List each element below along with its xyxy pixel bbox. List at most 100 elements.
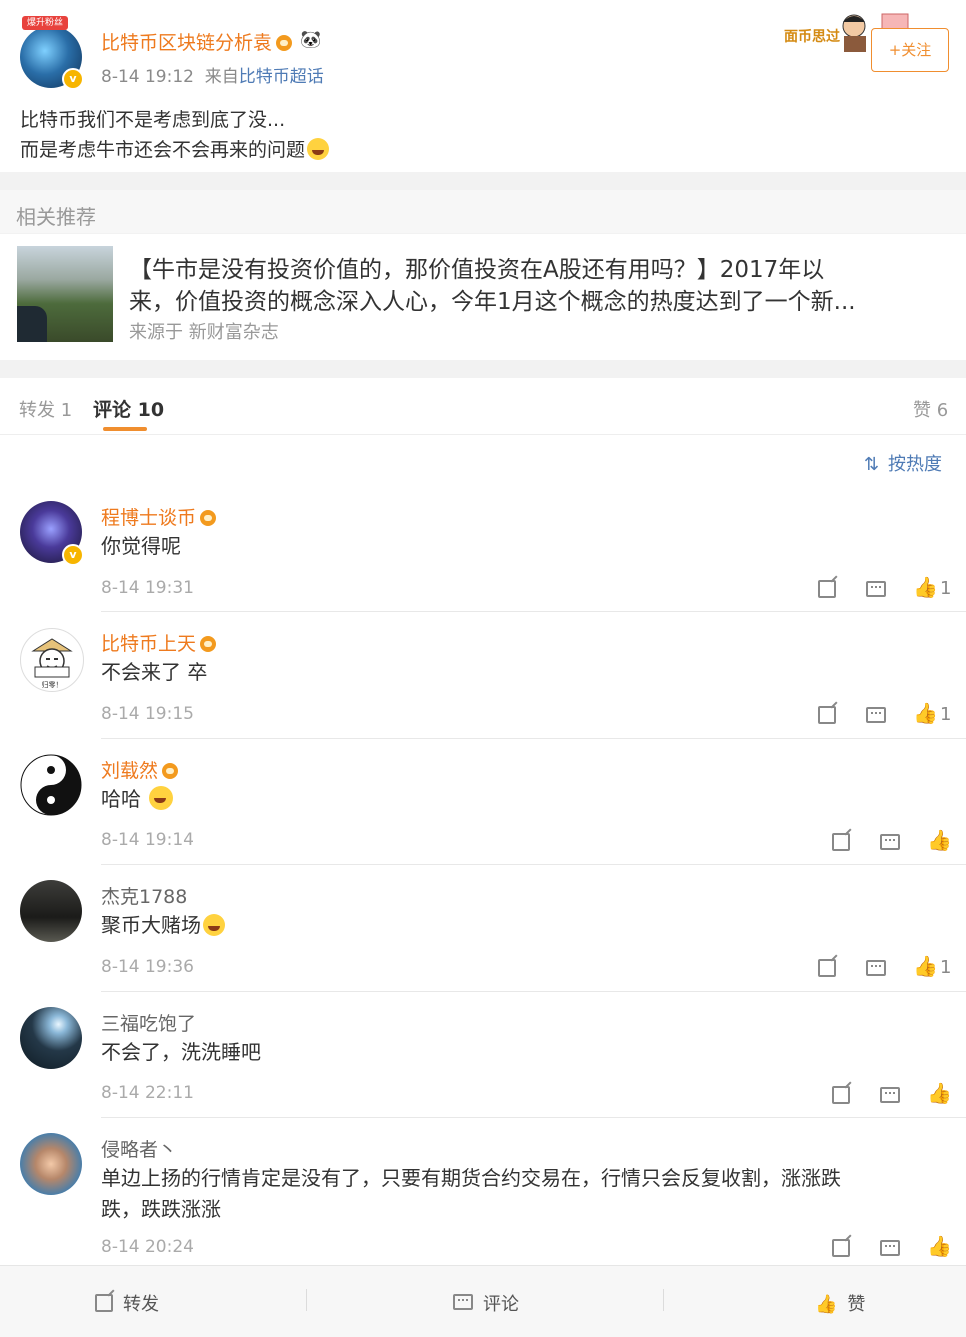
- like-icon[interactable]: 👍: [913, 577, 938, 597]
- comment-text: 不会来了 卒: [101, 660, 208, 684]
- panda-icon: 🐼: [300, 30, 322, 50]
- reply-icon[interactable]: [866, 960, 886, 976]
- divider: [101, 991, 966, 992]
- bottom-like-button[interactable]: 👍 赞: [815, 1290, 865, 1316]
- comment-author-name[interactable]: 刘载然: [101, 760, 158, 782]
- comment-avatar[interactable]: [20, 1007, 82, 1069]
- comment-author[interactable]: 程博士谈币: [101, 503, 217, 530]
- like-icon[interactable]: 👍: [913, 956, 938, 976]
- comment-text: 不会了，洗洗睡吧: [101, 1040, 261, 1064]
- divider: [101, 864, 966, 865]
- comment-text: 聚币大赌场: [101, 910, 921, 941]
- like-icon[interactable]: 👍: [927, 1236, 952, 1256]
- sort-icon: ⇅: [864, 454, 880, 475]
- repost-icon[interactable]: [832, 1239, 850, 1257]
- bottom-like-label[interactable]: 赞: [847, 1294, 865, 1315]
- reply-icon[interactable]: [880, 834, 900, 850]
- comment-time: 8-14 19:14: [101, 830, 194, 850]
- verified-icon: v: [62, 544, 84, 566]
- divider: [663, 1289, 664, 1311]
- verified-icon: v: [62, 68, 84, 90]
- comment-author[interactable]: 侵略者丶: [101, 1135, 177, 1162]
- like-count: 1: [940, 578, 952, 599]
- comment-text: 你觉得呢: [101, 534, 181, 558]
- tab-like[interactable]: 赞 6: [913, 396, 948, 422]
- active-tab-indicator: [103, 427, 147, 431]
- comment-author[interactable]: 刘载然: [101, 756, 179, 783]
- repost-icon[interactable]: [818, 580, 836, 598]
- like-icon[interactable]: 👍: [927, 830, 952, 850]
- comment-author-name[interactable]: 程博士谈币: [101, 507, 196, 529]
- comment-author[interactable]: 杰克1788: [101, 882, 187, 909]
- vip-icon: [200, 636, 217, 652]
- shrug-emoji-icon: [203, 914, 225, 936]
- repost-icon[interactable]: [832, 1086, 850, 1104]
- related-title-line-2[interactable]: 来，价值投资的概念深入人心，今年1月这个概念的热度达到了一个新...: [129, 282, 949, 316]
- related-title-line-1[interactable]: 【牛市是没有投资价值的，那价值投资在A股还有用吗？】2017年以: [129, 250, 949, 284]
- tab-comment[interactable]: 评论 10: [93, 395, 164, 422]
- reply-icon[interactable]: [880, 1240, 900, 1256]
- related-header: [0, 190, 966, 233]
- repost-icon[interactable]: [832, 833, 850, 851]
- bottom-repost-button[interactable]: 转发: [95, 1290, 159, 1316]
- reply-icon[interactable]: [880, 1087, 900, 1103]
- comment-avatar[interactable]: [20, 754, 82, 816]
- post-text-line-1: 比特币我们不是考虑到底了没...: [20, 109, 286, 131]
- comment-avatar[interactable]: [20, 1133, 82, 1195]
- comment-avatar[interactable]: 归零！: [20, 628, 84, 692]
- decoration-text: 面币思过: [784, 29, 840, 45]
- meme-avatar-icon: 归零！: [31, 638, 73, 689]
- comment-text-content: 聚币大赌场: [101, 913, 201, 937]
- comment-icon: [453, 1294, 473, 1310]
- post-time: 8-14 19:12: [101, 67, 194, 87]
- like-count: 1: [940, 957, 952, 978]
- reply-icon[interactable]: [866, 581, 886, 597]
- author-name-text[interactable]: 比特币区块链分析袁: [101, 32, 272, 54]
- comment-time: 8-14 19:36: [101, 957, 194, 977]
- comment-avatar[interactable]: [20, 880, 82, 942]
- comment-time: 8-14 20:24: [101, 1237, 194, 1257]
- bottom-repost-label[interactable]: 转发: [123, 1294, 159, 1315]
- comment-time: 8-14 22:11: [101, 1083, 194, 1103]
- bottom-comment-label[interactable]: 评论: [483, 1294, 519, 1315]
- grin-emoji-icon: [149, 786, 174, 810]
- divider: [101, 738, 966, 739]
- comment-text: 单边上扬的行情肯定是没有了，只要有期货合约交易在，行情只会反复收割，涨涨跌: [101, 1166, 841, 1190]
- vip-icon: [162, 763, 179, 779]
- comment-text-line-2: 跌，跌跌涨涨: [101, 1197, 221, 1221]
- repost-icon[interactable]: [818, 706, 836, 724]
- comment-time: 8-14 19:15: [101, 704, 194, 724]
- like-icon[interactable]: 👍: [913, 703, 938, 723]
- post-source-link[interactable]: 比特币超话: [239, 67, 324, 87]
- reply-icon[interactable]: [866, 707, 886, 723]
- repost-icon[interactable]: [818, 959, 836, 977]
- sort-toggle[interactable]: ⇅ 按热度: [864, 450, 942, 476]
- vip-icon: [276, 35, 293, 51]
- related-title: 相关推荐: [16, 205, 96, 229]
- divider: [306, 1289, 307, 1311]
- comment-text: 哈哈: [101, 784, 921, 815]
- fan-rank-badge: 爆升粉丝: [22, 16, 68, 30]
- related-source: 来源于 新财富杂志: [129, 322, 279, 343]
- comment-author[interactable]: 比特币上天: [101, 629, 217, 656]
- divider: [101, 611, 966, 612]
- follow-button[interactable]: +关注: [871, 28, 949, 72]
- comment-text-content: 哈哈: [101, 787, 141, 811]
- post-author-name[interactable]: 比特币区块链分析袁: [101, 28, 293, 55]
- like-count: 1: [940, 704, 952, 725]
- comment-author[interactable]: 三福吃饱了: [101, 1009, 196, 1036]
- yin-yang-icon: [20, 754, 82, 816]
- bottom-comment-button[interactable]: 评论: [453, 1290, 519, 1316]
- sort-label[interactable]: 按热度: [888, 454, 942, 475]
- tab-repost[interactable]: 转发 1: [19, 396, 72, 422]
- avatar-caption: 归零！: [42, 680, 63, 689]
- repost-icon: [95, 1294, 113, 1312]
- post-text-line-2-text: 而是考虑牛市还会不会再来的问题: [20, 139, 306, 161]
- post-meta: 8-14 19:12 来自比特币超话: [101, 62, 324, 87]
- like-icon[interactable]: 👍: [927, 1083, 952, 1103]
- comment-time: 8-14 19:31: [101, 578, 194, 598]
- laugh-cry-emoji-icon: [307, 138, 330, 160]
- comment-author-name[interactable]: 比特币上天: [101, 633, 196, 655]
- divider: [101, 1117, 966, 1118]
- vip-icon: [200, 510, 217, 526]
